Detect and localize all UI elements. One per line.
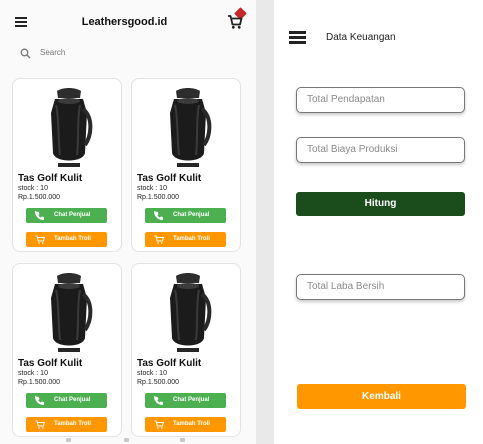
add-to-cart-button[interactable]: Tambah Troli xyxy=(145,417,226,432)
search-icon xyxy=(20,48,31,59)
total-laba-bersih-output[interactable]: Total Laba Bersih xyxy=(296,274,465,300)
golf-bag-image xyxy=(51,88,93,167)
bottom-navigation-bar xyxy=(0,436,256,444)
page-title: Data Keuangan xyxy=(326,32,396,43)
chat-seller-label: Chat Penjual xyxy=(54,397,91,403)
hamburger-menu-icon[interactable] xyxy=(289,31,306,44)
product-stock: stock : 10 xyxy=(137,370,167,377)
hamburger-menu-icon[interactable] xyxy=(15,17,27,27)
app-bar: Leathersgood.id xyxy=(0,0,256,44)
app-title: Leathersgood.id xyxy=(81,16,168,28)
product-card[interactable]: Tas Golf Kulit stock : 10 Rp.1.500.000 C… xyxy=(12,263,122,437)
product-list-screen: Leathersgood.id Search Tas Golf Kulit st… xyxy=(0,0,256,444)
product-card[interactable]: Tas Golf Kulit stock : 10 Rp.1.500.000 C… xyxy=(12,78,122,252)
add-to-cart-button[interactable]: Tambah Troli xyxy=(26,232,107,247)
product-price: Rp.1.500.000 xyxy=(137,379,180,386)
product-price: Rp.1.500.000 xyxy=(18,194,61,201)
chat-seller-label: Chat Penjual xyxy=(54,212,91,218)
search-placeholder: Search xyxy=(40,48,66,57)
product-price: Rp.1.500.000 xyxy=(137,194,180,201)
cart-add-icon xyxy=(154,235,164,244)
product-stock: stock : 10 xyxy=(18,185,48,192)
total-laba-bersih-placeholder: Total Laba Bersih xyxy=(307,281,385,292)
add-to-cart-label: Tambah Troli xyxy=(173,421,210,427)
hitung-button[interactable]: Hitung xyxy=(296,192,465,216)
product-name: Tas Golf Kulit xyxy=(18,358,83,369)
golf-bag-image xyxy=(51,273,93,352)
phone-icon xyxy=(154,396,163,405)
add-to-cart-label: Tambah Troli xyxy=(173,236,210,242)
cart-add-icon xyxy=(154,420,164,429)
product-name: Tas Golf Kulit xyxy=(137,358,202,369)
add-to-cart-label: Tambah Troli xyxy=(54,421,91,427)
cart-add-icon xyxy=(35,235,45,244)
chat-seller-button[interactable]: Chat Penjual xyxy=(26,393,107,408)
chat-seller-button[interactable]: Chat Penjual xyxy=(145,393,226,408)
nav-home-icon[interactable] xyxy=(124,438,129,442)
phone-icon xyxy=(35,211,44,220)
golf-bag-image xyxy=(170,273,212,352)
product-name: Tas Golf Kulit xyxy=(137,173,202,184)
product-stock: stock : 10 xyxy=(18,370,48,377)
shopping-cart-icon[interactable] xyxy=(227,14,243,30)
product-price: Rp.1.500.000 xyxy=(18,379,61,386)
kembali-button[interactable]: Kembali xyxy=(297,384,466,409)
chat-seller-button[interactable]: Chat Penjual xyxy=(145,208,226,223)
finance-screen: Data Keuangan Total Pendapatan Total Bia… xyxy=(274,0,483,444)
product-name: Tas Golf Kulit xyxy=(18,173,83,184)
add-to-cart-button[interactable]: Tambah Troli xyxy=(145,232,226,247)
chat-seller-label: Chat Penjual xyxy=(173,397,210,403)
product-card[interactable]: Tas Golf Kulit stock : 10 Rp.1.500.000 C… xyxy=(131,263,241,437)
search-bar[interactable]: Search xyxy=(20,46,220,62)
total-pendapatan-input[interactable]: Total Pendapatan xyxy=(296,87,465,113)
golf-bag-image xyxy=(170,88,212,167)
add-to-cart-label: Tambah Troli xyxy=(54,236,91,242)
nav-back-icon[interactable] xyxy=(66,438,71,442)
product-card[interactable]: Tas Golf Kulit stock : 10 Rp.1.500.000 C… xyxy=(131,78,241,252)
product-stock: stock : 10 xyxy=(137,185,167,192)
phone-icon xyxy=(154,211,163,220)
chat-seller-label: Chat Penjual xyxy=(173,212,210,218)
chat-seller-button[interactable]: Chat Penjual xyxy=(26,208,107,223)
phone-icon xyxy=(35,396,44,405)
cart-add-icon xyxy=(35,420,45,429)
add-to-cart-button[interactable]: Tambah Troli xyxy=(26,417,107,432)
total-biaya-produksi-placeholder: Total Biaya Produksi xyxy=(307,144,398,155)
nav-recents-icon[interactable] xyxy=(180,438,185,442)
total-pendapatan-placeholder: Total Pendapatan xyxy=(307,94,385,105)
total-biaya-produksi-input[interactable]: Total Biaya Produksi xyxy=(296,137,465,163)
